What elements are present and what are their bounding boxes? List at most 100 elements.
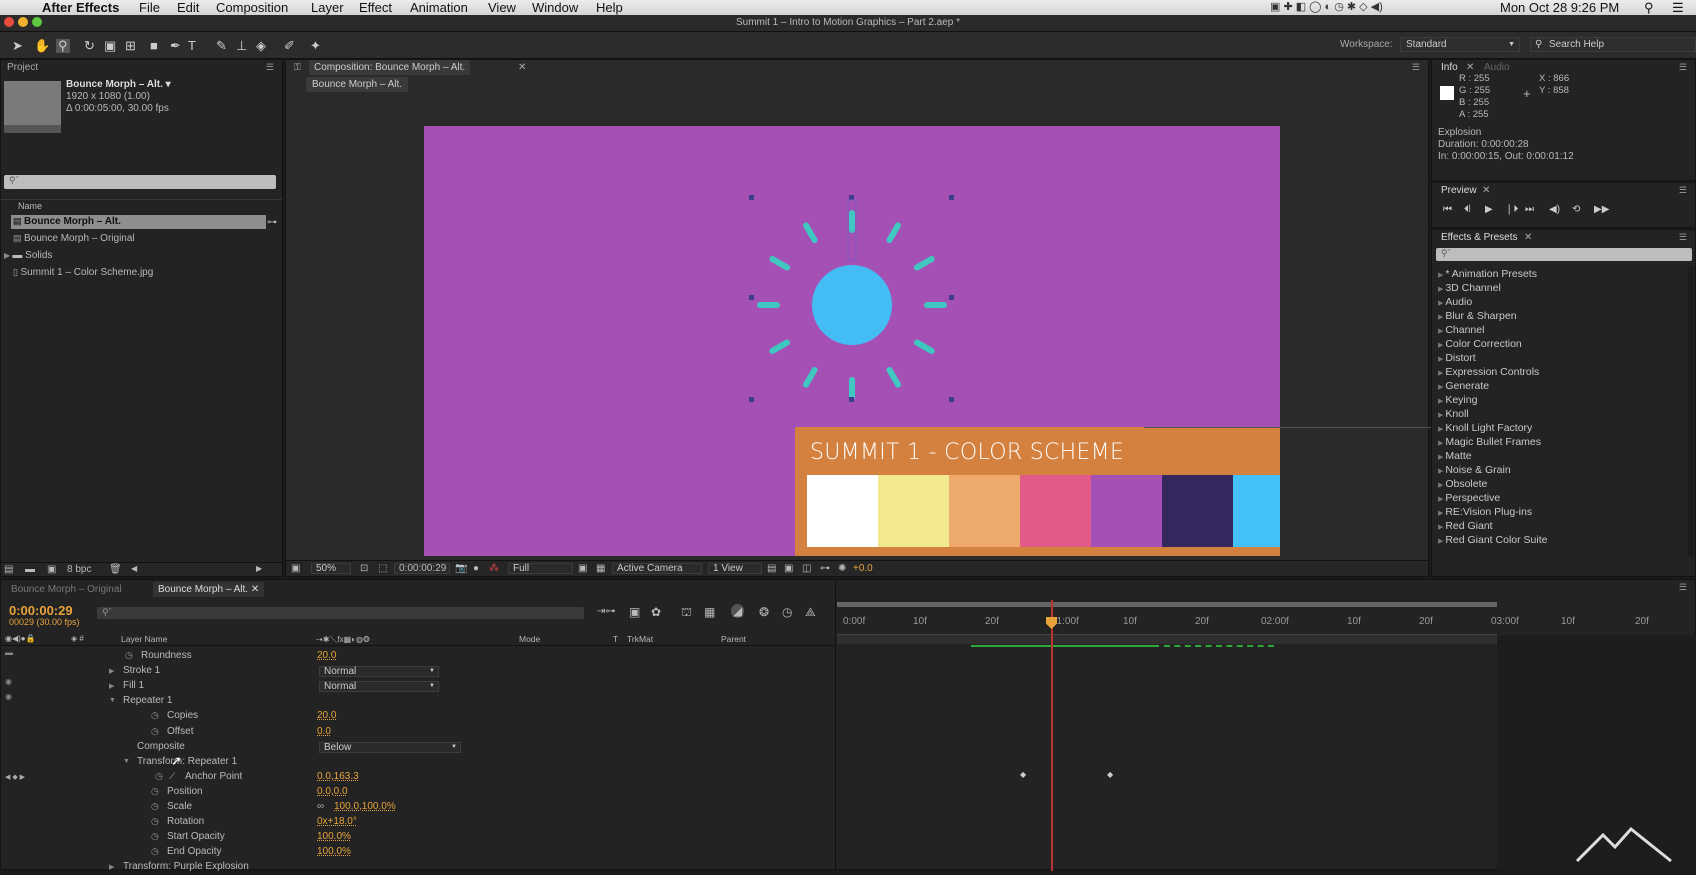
- stopwatch-icon[interactable]: ◷: [151, 831, 159, 842]
- clone-stamp-tool-icon[interactable]: ⊥: [236, 39, 247, 53]
- effect-category[interactable]: ▶ Magic Bullet Frames: [1438, 436, 1541, 448]
- stopwatch-icon[interactable]: ◷: [155, 771, 163, 782]
- col-parent[interactable]: Parent: [721, 634, 746, 644]
- property-row[interactable]: ◷ Rotation 0x+18.0°: [1, 816, 835, 830]
- info-tab[interactable]: Info: [1441, 60, 1458, 75]
- transform-handle[interactable]: [849, 195, 854, 200]
- stopwatch-icon[interactable]: ◷: [151, 846, 159, 857]
- stopwatch-icon[interactable]: ◷: [151, 801, 159, 812]
- property-row[interactable]: ◷ End Opacity 100.0%: [1, 846, 835, 860]
- property-row[interactable]: ▶ Fill 1 Normal ▼: [1, 680, 835, 694]
- comp-navigator-tab[interactable]: Bounce Morph – Alt.: [306, 77, 409, 92]
- effect-category[interactable]: ▶ Keying: [1438, 394, 1477, 406]
- exposure-icon[interactable]: ✺: [838, 563, 846, 574]
- property-row[interactable]: ◷ Position 0.0,0.0: [1, 786, 835, 800]
- pen-tool-icon[interactable]: ✒: [170, 39, 181, 53]
- transform-handle[interactable]: [949, 195, 954, 200]
- current-time-indicator-head[interactable]: [1046, 617, 1057, 629]
- menu-animation[interactable]: Animation: [410, 0, 468, 15]
- transparency-grid-icon[interactable]: ▦: [596, 563, 605, 574]
- blend-mode-dropdown[interactable]: Normal ▼: [319, 681, 439, 693]
- effect-category[interactable]: ▶ RE:Vision Plug-ins: [1438, 506, 1532, 518]
- color-channels-icon[interactable]: ⁂: [489, 563, 499, 574]
- effect-category[interactable]: ▶ Knoll: [1438, 408, 1469, 420]
- menu-file[interactable]: File: [139, 0, 160, 15]
- keyframe-icon[interactable]: ◆: [1107, 770, 1113, 779]
- project-item[interactable]: ▤ Bounce Morph – Original: [13, 233, 135, 244]
- show-snapshot-icon[interactable]: ●: [473, 563, 479, 574]
- col-t[interactable]: T: [613, 634, 618, 644]
- property-row[interactable]: ◷ ⟋ ◀ ◆ ▶ Anchor Point 0.0,163.3: [1, 771, 835, 785]
- project-search[interactable]: ⚲ˇ: [4, 175, 276, 189]
- first-frame-icon[interactable]: ⏮: [1443, 204, 1452, 215]
- previous-frame-icon[interactable]: ⏴❘: [1464, 204, 1470, 215]
- sun-circle[interactable]: [812, 265, 892, 345]
- eraser-tool-icon[interactable]: ◈: [256, 39, 266, 53]
- property-value[interactable]: 100.0%: [317, 846, 351, 857]
- property-row[interactable]: ◷ Offset 0.0: [1, 726, 835, 740]
- timeline-icon[interactable]: ◫: [802, 563, 811, 574]
- timeline-timecode[interactable]: 0:00:00:29: [9, 603, 73, 618]
- project-item[interactable]: ▶ ▬ Solids: [4, 250, 52, 261]
- stopwatch-icon[interactable]: ◷: [151, 786, 159, 797]
- hide-shy-layers-icon[interactable]: ⛫: [681, 605, 692, 621]
- effect-category[interactable]: ▶ Audio: [1438, 296, 1472, 308]
- bpc-label[interactable]: 8 bpc: [67, 564, 91, 575]
- rotation-tool-icon[interactable]: ↻: [84, 39, 95, 53]
- property-value[interactable]: 0.0,163.3: [317, 771, 359, 782]
- effect-category[interactable]: ▶ Matte: [1438, 450, 1472, 462]
- comp-viewer[interactable]: SUMMIT 1 - COLOR SCHEME: [424, 126, 1280, 556]
- camera-tool-icon[interactable]: ▣: [104, 39, 116, 53]
- property-value[interactable]: 100.0,100.0%: [334, 801, 396, 812]
- stopwatch-icon[interactable]: ◷: [125, 650, 133, 661]
- menu-composition[interactable]: Composition: [216, 0, 288, 15]
- column-name[interactable]: Name: [18, 201, 42, 211]
- expand-arrow-icon[interactable]: ▶: [109, 667, 114, 675]
- next-frame-icon[interactable]: ❘⏵: [1505, 204, 1518, 215]
- effect-category[interactable]: ▶ * Animation Presets: [1438, 268, 1537, 280]
- stopwatch-icon[interactable]: ◷: [151, 816, 159, 827]
- toggle-pixel-aspect-icon[interactable]: ▤: [767, 563, 776, 574]
- expand-arrow-icon[interactable]: ▼: [123, 758, 130, 765]
- expand-arrow-icon[interactable]: ▼: [109, 697, 116, 704]
- app-menu[interactable]: After Effects: [42, 0, 119, 15]
- new-folder-icon[interactable]: ▬: [25, 564, 35, 575]
- transform-handle[interactable]: [849, 397, 854, 402]
- expand-arrow-icon[interactable]: ▶: [109, 863, 114, 871]
- current-time-field[interactable]: 0:00:00:29: [394, 563, 450, 574]
- view-layout-dropdown[interactable]: 1 View: [708, 563, 762, 574]
- effects-search[interactable]: ⚲ˇ: [1436, 248, 1692, 261]
- menu-window[interactable]: Window: [532, 0, 578, 15]
- keyframe-navigator[interactable]: ◀ ◆ ▶: [5, 773, 25, 781]
- effect-category[interactable]: ▶ Perspective: [1438, 492, 1500, 504]
- flowchart-icon[interactable]: ⊶: [267, 217, 277, 228]
- project-item[interactable]: ▯ Summit 1 – Color Scheme.jpg: [13, 267, 153, 278]
- effect-category[interactable]: ▶ Distort: [1438, 352, 1476, 364]
- fast-previews-icon[interactable]: ▣: [784, 563, 793, 574]
- layer-duration-bar[interactable]: [971, 645, 1159, 647]
- effect-category[interactable]: ▶ 3D Channel: [1438, 282, 1501, 294]
- color-scheme-card[interactable]: SUMMIT 1 - COLOR SCHEME: [795, 427, 1280, 556]
- selection-tool-icon[interactable]: ➤: [12, 39, 23, 53]
- new-composition-icon[interactable]: ▣: [47, 564, 56, 575]
- flowchart-icon[interactable]: ⊶: [820, 563, 830, 574]
- graph-icon[interactable]: ⟋: [169, 771, 175, 782]
- effect-category[interactable]: ▶ Knoll Light Factory: [1438, 422, 1532, 434]
- project-tab[interactable]: Project: [7, 60, 38, 75]
- notification-center-icon[interactable]: ☰: [1672, 0, 1684, 15]
- region-of-interest-icon[interactable]: ▣: [578, 563, 587, 574]
- brush-tool-icon[interactable]: ✎: [216, 39, 227, 53]
- menu-help[interactable]: Help: [596, 0, 623, 15]
- scrollbar[interactable]: [1688, 266, 1694, 556]
- panel-menu-icon[interactable]: ☰: [1679, 185, 1687, 196]
- col-mode[interactable]: Mode: [519, 634, 540, 644]
- snapshot-icon[interactable]: 📷: [455, 563, 467, 574]
- pan-behind-tool-icon[interactable]: ⊞: [125, 39, 136, 53]
- property-row[interactable]: ▶ Transform: Purple Explosion: [1, 861, 835, 875]
- search-help-field[interactable]: ⚲ Search Help: [1530, 37, 1696, 52]
- stopwatch-icon[interactable]: ◷: [151, 726, 159, 737]
- panel-menu-icon[interactable]: ☰: [1679, 582, 1687, 593]
- col-trkmat[interactable]: TrkMat: [627, 634, 653, 644]
- property-row[interactable]: ◷ Copies 20.0: [1, 710, 835, 724]
- workspace-select[interactable]: Standard ▼: [1400, 37, 1520, 52]
